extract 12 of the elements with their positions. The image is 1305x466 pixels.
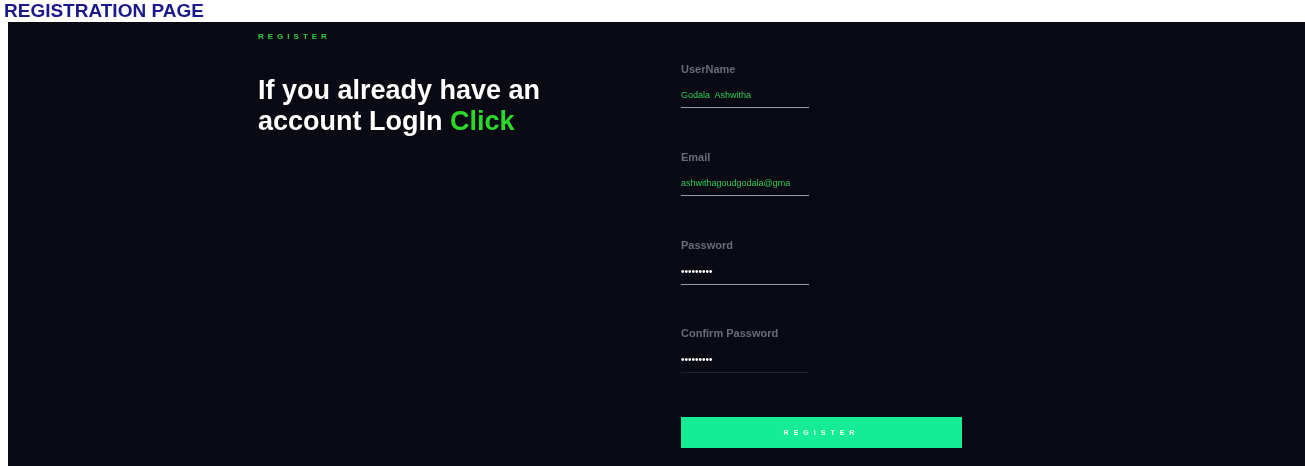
field-label: UserName <box>681 62 736 76</box>
login-link[interactable]: Click <box>450 106 515 136</box>
page-title: REGISTRATION PAGE <box>3 0 205 22</box>
login-prompt: If you already have an account LogIn Click <box>258 75 542 137</box>
field-label: Email <box>681 150 711 164</box>
password-field[interactable]: ••••••••• <box>681 262 809 285</box>
section-label: REGISTER <box>258 32 331 41</box>
field-label: Confirm Password <box>681 326 779 340</box>
input-field[interactable]: ashwithagoudgodala@gma <box>681 174 809 196</box>
input-field[interactable]: Godala Ashwitha <box>681 86 809 108</box>
field-label: Password <box>681 238 733 252</box>
password-field[interactable]: ••••••••• <box>681 350 809 373</box>
